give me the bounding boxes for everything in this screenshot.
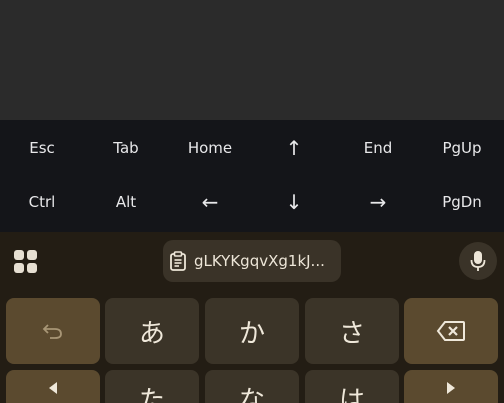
key-ta[interactable]: た <box>105 370 199 403</box>
key-a[interactable]: あ <box>105 298 199 364</box>
cursor-left-key[interactable] <box>6 370 100 403</box>
key-ha[interactable]: は <box>305 370 399 403</box>
backspace-key[interactable] <box>404 298 498 364</box>
up-arrow-key[interactable]: ↑ <box>252 120 336 176</box>
grid-icon[interactable] <box>14 250 38 274</box>
clipboard-suggestion-chip[interactable]: gLKYKgqvXg1kJ... <box>163 240 341 282</box>
pgup-key[interactable]: PgUp <box>420 120 504 176</box>
left-arrow-key[interactable]: ← <box>168 174 252 230</box>
clipboard-icon <box>170 251 186 271</box>
mic-icon <box>470 251 486 271</box>
home-key[interactable]: Home <box>168 120 252 176</box>
key-ka[interactable]: か <box>205 298 299 364</box>
clipboard-text: gLKYKgqvXg1kJ... <box>194 252 325 270</box>
key-na[interactable]: な <box>205 370 299 403</box>
arrow-left-icon <box>49 382 57 394</box>
tab-key[interactable]: Tab <box>84 120 168 176</box>
extra-keys-row-1: Esc Tab Home ↑ End PgUp <box>0 120 504 176</box>
soft-keyboard: gLKYKgqvXg1kJ... あ か さ た な は <box>0 232 504 403</box>
pgdn-key[interactable]: PgDn <box>420 174 504 230</box>
alt-key[interactable]: Alt <box>84 174 168 230</box>
undo-icon <box>42 324 62 339</box>
app-content-area <box>0 0 504 120</box>
undo-key[interactable] <box>6 298 100 364</box>
down-arrow-key[interactable]: ↓ <box>252 174 336 230</box>
end-key[interactable]: End <box>336 120 420 176</box>
ctrl-key[interactable]: Ctrl <box>0 174 84 230</box>
backspace-icon <box>436 321 465 341</box>
right-arrow-key[interactable]: → <box>336 174 420 230</box>
mic-button[interactable] <box>459 242 497 280</box>
cursor-right-key[interactable] <box>404 370 498 403</box>
extra-keys-bar: Esc Tab Home ↑ End PgUp Ctrl Alt ← ↓ → P… <box>0 120 504 232</box>
arrow-right-icon <box>447 382 455 394</box>
extra-keys-row-2: Ctrl Alt ← ↓ → PgDn <box>0 174 504 230</box>
key-sa[interactable]: さ <box>305 298 399 364</box>
esc-key[interactable]: Esc <box>0 120 84 176</box>
